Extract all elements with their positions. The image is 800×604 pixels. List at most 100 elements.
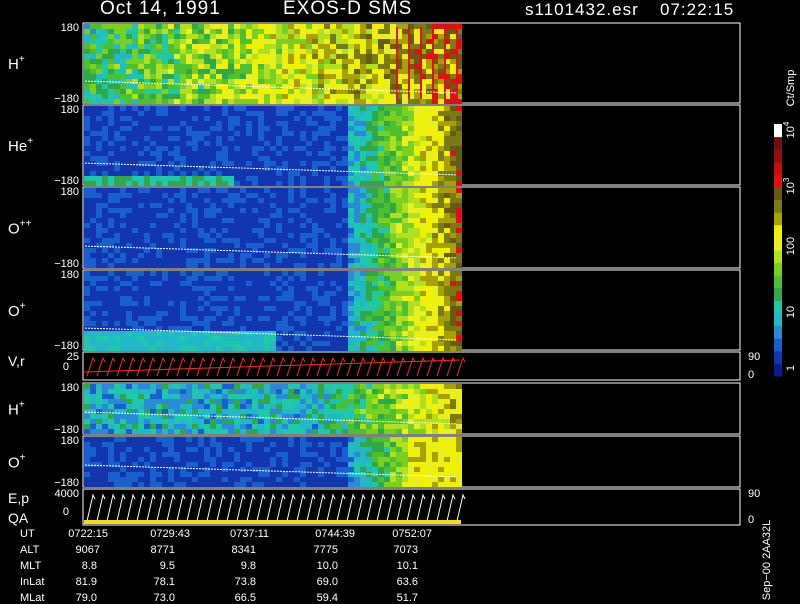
spectrogram-cell — [168, 389, 174, 394]
spectrogram-cell — [168, 126, 174, 131]
spectrogram-cell — [138, 296, 144, 301]
spectrogram-cell — [390, 99, 396, 104]
spectrogram-cell — [174, 79, 180, 84]
spectrogram-cell — [264, 253, 270, 258]
spectrogram-cell — [120, 89, 126, 94]
spectrogram-cell — [408, 213, 414, 218]
spectrogram-cell — [204, 213, 210, 218]
spectrogram-cell — [234, 116, 240, 121]
spectrogram-cell — [132, 44, 138, 49]
spectrogram-cell — [420, 424, 426, 429]
spectrogram-cell — [240, 409, 246, 414]
spectrogram-cell — [132, 341, 138, 346]
spectrogram-cell — [390, 193, 396, 198]
spectrogram-cell — [186, 126, 192, 131]
spectrogram-cell — [390, 106, 396, 111]
spectrogram-cell — [348, 271, 354, 276]
spectrogram-cell — [438, 198, 444, 203]
spectrogram-cell — [360, 218, 366, 223]
spectrogram-cell — [378, 321, 384, 326]
spectrogram-cell — [318, 394, 324, 399]
spectrogram-cell — [432, 306, 438, 311]
spectrogram-cell — [288, 136, 294, 141]
spectrogram-cell — [396, 223, 402, 228]
spectrogram-cell — [162, 99, 168, 104]
spectrogram-cell — [216, 472, 222, 477]
spectrogram-cell — [318, 384, 324, 389]
spectrogram-cell — [198, 452, 204, 457]
spectrogram-cell — [396, 296, 402, 301]
spectrogram-cell — [186, 248, 192, 253]
spectrogram-cell — [240, 389, 246, 394]
spectrogram-cell — [198, 59, 204, 64]
spectrogram-cell — [210, 151, 216, 156]
spectrogram-cell — [450, 111, 456, 116]
spectrogram-cell — [234, 79, 240, 84]
spectrogram-cell — [240, 341, 246, 346]
spectrogram-cell — [420, 321, 426, 326]
spectrogram-cell — [132, 238, 138, 243]
spectrogram-cell — [96, 248, 102, 253]
spectrogram-cell — [96, 198, 102, 203]
spectrogram-cell — [336, 141, 342, 146]
spectrogram-cell — [126, 198, 132, 203]
spectrogram-cell — [240, 306, 246, 311]
spectrogram-cell — [336, 69, 342, 74]
spectrogram-cell — [258, 233, 264, 238]
spectrogram-cell — [198, 341, 204, 346]
spectrogram-cell — [318, 286, 324, 291]
spectrogram-cell — [192, 116, 198, 121]
spectrogram-cell — [396, 116, 402, 121]
spectrogram-cell — [90, 346, 96, 351]
spectrogram-cell — [90, 136, 96, 141]
spectrogram-cell — [234, 419, 240, 424]
spectrogram-cell — [330, 141, 336, 146]
spectrogram-cell — [288, 291, 294, 296]
spectrogram-cell — [228, 34, 234, 39]
spectrogram-cell — [144, 346, 150, 351]
spectrogram-cell — [102, 336, 108, 341]
spectrogram-cell — [384, 228, 390, 233]
spectrogram-cell — [84, 203, 90, 208]
spectrogram-cell — [198, 188, 204, 193]
spectrogram-cell — [234, 311, 240, 316]
spectrogram-cell — [96, 306, 102, 311]
spectrogram-cell — [234, 389, 240, 394]
spectrogram-cell — [264, 64, 270, 69]
spectrogram-cell — [258, 429, 264, 434]
spectrogram-cell — [402, 233, 408, 238]
spectrogram-cell — [342, 44, 348, 49]
spectrogram-cell — [96, 171, 102, 176]
spectrogram-cell — [108, 291, 114, 296]
spectrogram-cell — [192, 336, 198, 341]
spectrogram-cell — [336, 49, 342, 54]
spectrogram-cell — [156, 146, 162, 151]
spectrogram-cell — [174, 291, 180, 296]
spectrogram-cell — [276, 188, 282, 193]
spectrogram-cell — [378, 146, 384, 151]
spectrogram-cell — [204, 89, 210, 94]
spectrogram-cell — [102, 311, 108, 316]
spectrogram-cell — [336, 131, 342, 136]
spectrogram-cell — [174, 258, 180, 263]
spectrogram-cell — [288, 243, 294, 248]
spectrogram-cell — [228, 188, 234, 193]
spectrogram-cell — [102, 238, 108, 243]
spectrogram-cell — [360, 176, 366, 181]
spectrogram-cell — [252, 39, 258, 44]
spectrogram-cell — [144, 281, 150, 286]
spectrogram-cell — [282, 271, 288, 276]
spectrogram-cell — [204, 181, 210, 186]
spectrogram-cell — [348, 409, 354, 414]
spectrogram-cell — [288, 49, 294, 54]
spectrogram-cell — [456, 198, 462, 203]
spectrogram-cell — [432, 176, 438, 181]
spectrogram-cell — [216, 166, 222, 171]
spectrogram-cell — [306, 74, 312, 79]
spectrogram-cell — [162, 228, 168, 233]
spectrogram-cell — [180, 74, 186, 79]
spectrogram-cell — [222, 218, 228, 223]
spectrogram-cell — [216, 228, 222, 233]
spectrogram-cell — [456, 263, 462, 268]
spectrogram-cell — [348, 253, 354, 258]
